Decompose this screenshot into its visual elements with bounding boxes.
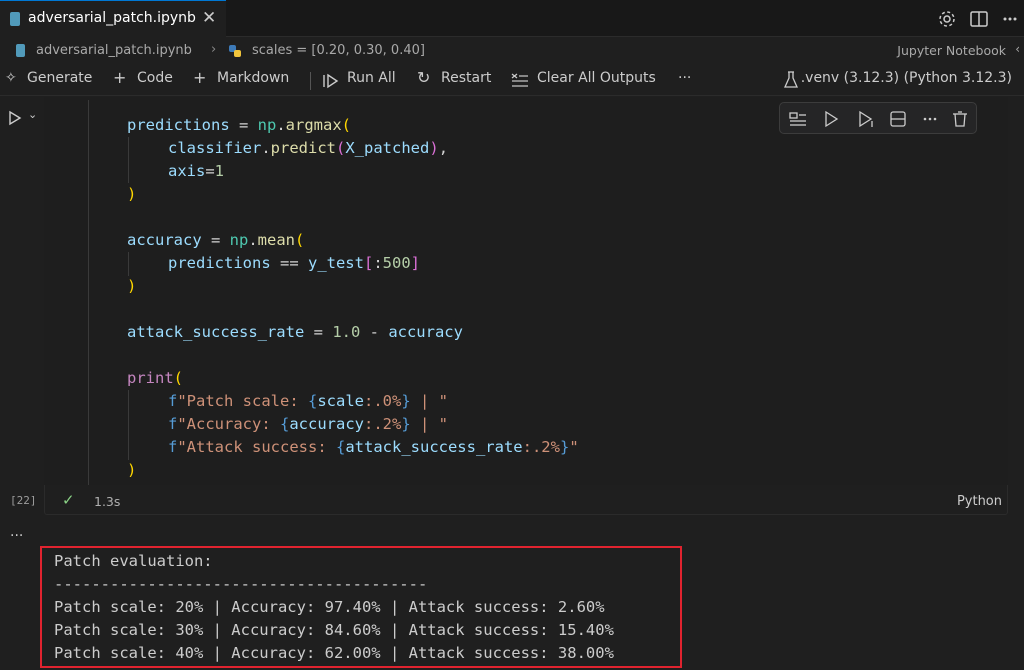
code-line: print( xyxy=(127,369,184,387)
indent-guide xyxy=(88,100,89,485)
run-all-icon xyxy=(323,73,339,89)
restart-icon: ↻ xyxy=(417,68,431,87)
flask-icon xyxy=(784,71,798,88)
generate-button[interactable]: Generate xyxy=(27,70,92,86)
more-actions-icon[interactable] xyxy=(1000,9,1020,29)
notebook-toolbar: ✧ Generate + Code + Markdown Run All ↻ R… xyxy=(0,64,1024,96)
split-cell-icon[interactable] xyxy=(888,109,908,129)
editor-tab-bar: adversarial_patch.ipynb ✕ xyxy=(0,0,1024,37)
plus-icon: + xyxy=(193,68,207,87)
kernel-picker[interactable]: .venv (3.12.3) (Python 3.12.3) xyxy=(801,70,1012,86)
code-line: ) xyxy=(127,277,137,295)
notebook-file-icon xyxy=(10,12,20,26)
output-line: Patch scale: 30% | Accuracy: 84.60% | At… xyxy=(54,621,614,639)
plus-icon: + xyxy=(113,68,127,87)
toolbar-divider xyxy=(310,72,311,90)
tab-label: adversarial_patch.ipynb xyxy=(28,10,196,26)
code-line: f"Accuracy: {accuracy:.2%} | " xyxy=(168,415,448,433)
run-above-icon[interactable] xyxy=(822,109,842,129)
clear-all-outputs-button[interactable]: Clear All Outputs xyxy=(537,70,656,86)
trash-icon[interactable] xyxy=(950,109,970,129)
tab-adversarial-patch[interactable]: adversarial_patch.ipynb ✕ xyxy=(0,0,226,37)
python-icon xyxy=(229,45,241,57)
chevron-down-icon[interactable]: ⌄ xyxy=(28,108,37,121)
run-below-icon[interactable] xyxy=(856,109,876,129)
code-line: classifier.predict(X_patched), xyxy=(168,139,449,157)
play-icon xyxy=(9,110,22,126)
breadcrumb: adversarial_patch.ipynb › scales = [0.20… xyxy=(0,38,1024,64)
execution-duration: 1.3s xyxy=(94,494,121,509)
code-line: f"Attack success: {attack_success_rate:.… xyxy=(168,438,579,456)
add-markdown-button[interactable]: Markdown xyxy=(217,70,289,86)
breadcrumb-symbol[interactable]: scales = [0.20, 0.30, 0.40] xyxy=(252,43,425,58)
restart-button[interactable]: Restart xyxy=(441,70,491,86)
indent-guide xyxy=(128,137,129,183)
notebook-kind-label: Jupyter Notebook xyxy=(897,43,1006,58)
notebook-file-icon xyxy=(16,44,25,57)
sparkle-icon: ✧ xyxy=(5,70,17,86)
split-editor-icon[interactable] xyxy=(969,9,989,29)
gear-icon[interactable] xyxy=(937,9,957,29)
execute-above-icon[interactable] xyxy=(788,109,808,129)
cell-language-picker[interactable]: Python xyxy=(957,494,1002,509)
output-line: ---------------------------------------- xyxy=(54,575,428,593)
cell-toolbar xyxy=(779,102,977,134)
code-line: predictions = np.argmax( xyxy=(127,116,352,134)
output-line: Patch evaluation: xyxy=(54,552,213,570)
indent-guide xyxy=(128,390,129,460)
execution-count: [22] xyxy=(10,494,37,507)
more-actions-icon[interactable] xyxy=(920,109,940,129)
close-icon[interactable]: ✕ xyxy=(202,8,216,28)
run-all-button[interactable]: Run All xyxy=(347,70,396,86)
code-line: accuracy = np.mean( xyxy=(127,231,305,249)
check-icon: ✓ xyxy=(62,491,75,509)
more-actions-icon[interactable]: ··· xyxy=(678,70,691,86)
code-line: ) xyxy=(127,185,137,203)
clear-outputs-icon xyxy=(511,73,528,87)
output-more-icon[interactable]: ··· xyxy=(10,528,23,544)
output-line: Patch scale: 20% | Accuracy: 97.40% | At… xyxy=(54,598,605,616)
indent-guide xyxy=(128,252,129,276)
code-line: axis=1 xyxy=(168,162,225,180)
add-code-button[interactable]: Code xyxy=(137,70,173,86)
code-line: f"Patch scale: {scale:.0%} | " xyxy=(168,392,449,410)
chevron-left-icon[interactable]: ‹ xyxy=(1015,42,1020,56)
breadcrumb-file[interactable]: adversarial_patch.ipynb xyxy=(36,43,192,58)
code-line: ) xyxy=(127,461,137,479)
output-line: Patch scale: 40% | Accuracy: 62.00% | At… xyxy=(54,644,614,662)
code-line: attack_success_rate = 1.0 - accuracy xyxy=(127,323,463,341)
code-line: predictions == y_test[:500] xyxy=(168,254,421,272)
breadcrumb-separator: › xyxy=(211,42,217,57)
